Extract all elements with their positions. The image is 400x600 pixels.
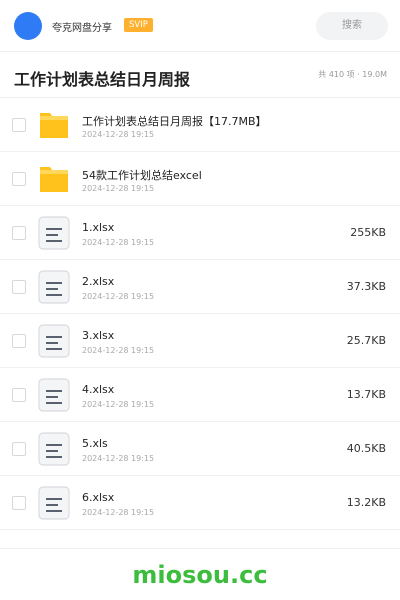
file-row[interactable]: 1.xlsx 2024-12-28 19:15 255KB (0, 206, 400, 260)
file-date: 2024-12-28 19:15 (82, 508, 155, 517)
file-date: 2024-12-28 19:15 (82, 292, 155, 301)
username: 夸克网盘分享 (52, 23, 112, 34)
file-row[interactable]: 5.xls 2024-12-28 19:15 40.5KB (0, 422, 400, 476)
file-row[interactable]: 4.xlsx 2024-12-28 19:15 13.7KB (0, 368, 400, 422)
footer: miosou.cc (0, 548, 400, 600)
document-icon (38, 216, 70, 250)
row-checkbox[interactable] (12, 172, 26, 186)
file-date: 2024-12-28 19:15 (82, 400, 155, 409)
file-row[interactable]: 2.xlsx 2024-12-28 19:15 37.3KB (0, 260, 400, 314)
folder-icon (40, 113, 68, 138)
row-checkbox[interactable] (12, 442, 26, 456)
file-name: 2.xlsx (82, 275, 115, 288)
row-checkbox[interactable] (12, 118, 26, 132)
file-date: 2024-12-28 19:15 (82, 238, 155, 247)
file-size: 13.7KB (346, 388, 386, 401)
file-name: 5.xls (82, 437, 108, 450)
document-icon (38, 324, 70, 358)
document-icon (38, 432, 70, 466)
file-date: 2024-12-28 19:15 (82, 454, 155, 463)
row-checkbox[interactable] (12, 388, 26, 402)
file-size: 255KB (350, 226, 386, 239)
file-row[interactable]: 54款工作计划总结excel 2024-12-28 19:15 (0, 152, 400, 206)
file-name: 54款工作计划总结excel (82, 169, 202, 182)
search-button[interactable]: 搜索 (316, 12, 388, 40)
svip-badge: SVIP (124, 18, 153, 32)
page-title: 工作计划表总结日月周报 (14, 70, 191, 89)
document-icon (38, 378, 70, 412)
file-name: 1.xlsx (82, 221, 115, 234)
file-name: 3.xlsx (82, 329, 115, 342)
file-name: 6.xlsx (82, 491, 115, 504)
file-size: 40.5KB (346, 442, 386, 455)
file-row[interactable]: 3.xlsx 2024-12-28 19:15 25.7KB (0, 314, 400, 368)
file-list: 工作计划表总结日月周报【17.7MB】 2024-12-28 19:15 54款… (0, 98, 400, 530)
row-checkbox[interactable] (12, 496, 26, 510)
row-checkbox[interactable] (12, 226, 26, 240)
document-icon (38, 486, 70, 520)
file-date: 2024-12-28 19:15 (82, 130, 155, 139)
file-date: 2024-12-28 19:15 (82, 346, 155, 355)
avatar[interactable] (14, 12, 42, 40)
document-icon (38, 270, 70, 304)
share-header: 工作计划表总结日月周报 共 410 项 · 19.0M (0, 52, 400, 98)
row-checkbox[interactable] (12, 280, 26, 294)
file-count-stats: 共 410 项 · 19.0M (318, 70, 387, 79)
file-name: 工作计划表总结日月周报【17.7MB】 (82, 115, 267, 128)
watermark: miosou.cc (132, 561, 268, 589)
file-row[interactable]: 6.xlsx 2024-12-28 19:15 13.2KB (0, 476, 400, 530)
folder-icon (40, 167, 68, 192)
file-size: 37.3KB (346, 280, 386, 293)
row-checkbox[interactable] (12, 334, 26, 348)
top-bar: 夸克网盘分享 SVIP 搜索 (0, 0, 400, 52)
file-size: 25.7KB (346, 334, 386, 347)
file-row[interactable]: 工作计划表总结日月周报【17.7MB】 2024-12-28 19:15 (0, 98, 400, 152)
file-name: 4.xlsx (82, 383, 115, 396)
file-size: 13.2KB (346, 496, 386, 509)
file-date: 2024-12-28 19:15 (82, 184, 155, 193)
